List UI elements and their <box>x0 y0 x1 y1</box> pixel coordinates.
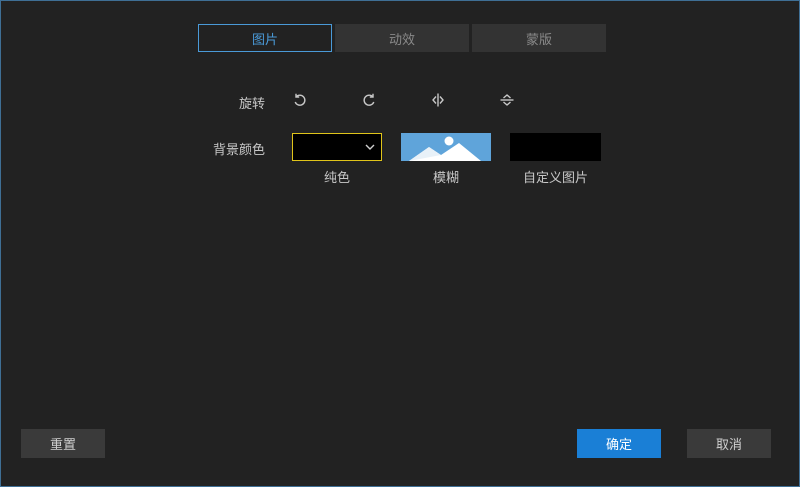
cancel-button[interactable]: 取消 <box>687 429 771 458</box>
tab-animation[interactable]: 动效 <box>335 24 469 52</box>
reset-button[interactable]: 重置 <box>21 429 105 458</box>
blur-background-option[interactable] <box>401 133 491 161</box>
blur-label: 模糊 <box>432 171 459 186</box>
rotate-right-glyph <box>363 93 375 106</box>
tab-mask[interactable]: 蒙版 <box>472 24 606 52</box>
solid-color-dropdown[interactable] <box>292 133 382 161</box>
tab-bar: 图片 动效 蒙版 <box>198 24 606 52</box>
flip-horizontal-icon[interactable] <box>426 88 450 112</box>
rotate-left-icon[interactable] <box>288 88 312 112</box>
chevron-down-icon <box>365 144 375 150</box>
confirm-button[interactable]: 确定 <box>577 429 661 458</box>
image-settings-dialog: 图片 动效 蒙版 旋转 背景颜色 纯色 模糊 自定义图片 重置 确定 取消 <box>0 0 800 487</box>
flip-horizontal-glyph <box>432 93 444 107</box>
solid-color-label: 纯色 <box>323 171 350 186</box>
rotate-left-glyph <box>294 93 306 106</box>
custom-image-label: 自定义图片 <box>522 171 588 186</box>
flip-vertical-glyph <box>500 94 514 106</box>
rotate-label: 旋转 <box>238 97 265 112</box>
flip-vertical-icon[interactable] <box>495 88 519 112</box>
custom-image-option[interactable] <box>510 133 601 161</box>
rotate-right-icon[interactable] <box>357 88 381 112</box>
background-color-label: 背景颜色 <box>212 143 265 158</box>
tab-image[interactable]: 图片 <box>198 24 332 52</box>
landscape-image-icon <box>401 133 491 161</box>
